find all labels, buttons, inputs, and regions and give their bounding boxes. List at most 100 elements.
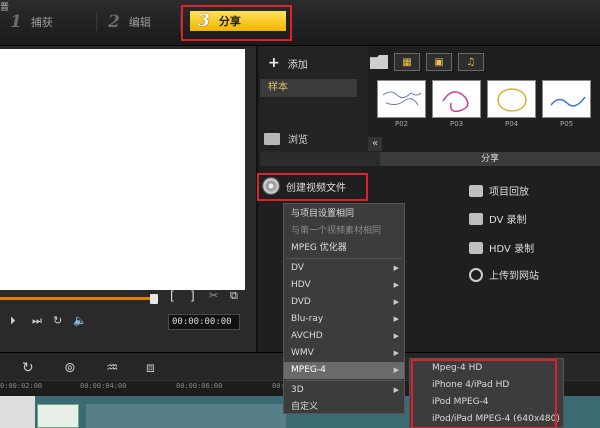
play-icon[interactable]: ⏵ [10,314,16,328]
divider [96,13,97,31]
timecode-field[interactable]: 00:00:00:00 [168,314,240,330]
upload-to-web-button[interactable]: 上传到网站 [469,267,539,282]
step-label: 编辑 [128,16,151,29]
ruler-tick: 0:00:02:00 [0,382,43,390]
add-label: 添加 [287,59,308,71]
swirl-sketch [442,91,469,113]
project-playback-label: 项目回放 [489,187,529,198]
next-frame-icon[interactable]: ⏭ [32,314,42,328]
thumbnail[interactable] [487,80,536,118]
menu-item-same-as-project[interactable]: 与项目设置相同 [284,206,404,223]
thumbnail[interactable] [542,80,591,118]
globe-icon [469,267,483,282]
project-playback-button[interactable]: 项目回放 [469,183,529,198]
chevron-right-icon: ▶ [393,366,399,374]
menu-item-mpeg-4[interactable]: MPEG-4 ▶ [284,362,404,379]
music-icon: ♫ [466,56,476,68]
track-area[interactable] [86,404,286,428]
highlight-box [181,5,292,41]
photo-filter-button[interactable]: ▣ [426,53,452,71]
dv-record-label: DV 录制 [489,215,527,226]
timeline-clip[interactable] [37,404,79,428]
auto-music-icon[interactable]: ⧈ [146,360,155,376]
menu-item-label: HDV [291,280,311,290]
menu-item-label: AVCHD [291,331,323,341]
add-button[interactable]: + 添加 [268,55,308,71]
sample-folder[interactable]: 样本 [260,79,357,97]
menu-item-label: 与第一个视频素材相同 [291,226,382,236]
menu-divider [286,258,402,259]
step-edit[interactable]: 2 编辑 [100,11,178,33]
folder-icon[interactable] [370,55,388,69]
menu-item-label: MPEG 优化器 [291,243,347,253]
camcorder-icon [469,241,483,254]
photo-icon: ▣ [434,56,444,68]
chevron-right-icon: ▶ [393,264,399,272]
menu-item-custom[interactable]: 自定义 [284,399,404,416]
browse-icon [264,132,280,145]
menu-item-dvd[interactable]: DVD ▶ [284,294,404,311]
browse-button[interactable]: 浏览 [264,131,308,146]
record-icon[interactable]: ⊚ [64,360,76,376]
thumbnail-label: P04 [505,120,519,128]
circle-sketch [497,88,527,112]
dv-record-button[interactable]: DV 录制 [469,211,527,226]
thumbnail-label: P03 [450,120,464,128]
library-toolbar: ▦ ▣ ♫ [370,50,484,74]
repeat-icon[interactable]: ↻ [53,314,62,327]
chevron-right-icon: ▶ [393,315,399,323]
highlight-box [257,173,368,201]
menu-item-label: MPEG-4 [291,365,326,375]
step-label: 捕获 [30,16,53,29]
browse-label: 浏览 [288,135,308,146]
mark-out-button[interactable]: ] [190,289,195,303]
chevron-right-icon: ▶ [393,349,399,357]
menu-item-mpeg-optimizer[interactable]: MPEG 优化器 [284,240,404,257]
chevron-right-icon: ▶ [393,281,399,289]
film-icon: ▦ [402,56,412,68]
preview-window [0,49,245,290]
scrubber-handle[interactable] [150,294,158,304]
menu-item-3d[interactable]: 3D ▶ [284,382,404,399]
world-map-sketch [382,91,422,106]
hdv-record-button[interactable]: HDV 录制 [469,240,534,255]
menu-item-wmv[interactable]: WMV ▶ [284,345,404,362]
menu-item-label: 与项目设置相同 [291,209,355,219]
copy-icon[interactable]: ⧉ [230,289,238,303]
cut-icon[interactable]: ✂ [209,289,218,302]
thumbnail-strip [377,80,591,118]
step-bar: 晋 1 捕获 2 编辑 3 分享 [0,0,600,46]
step-capture[interactable]: 1 捕获 [4,11,96,33]
ruler-tick: 00:00:04:00 [80,382,127,390]
menu-item-same-as-first-clip: 与第一个视频素材相同 [284,223,404,240]
menu-item-hdv[interactable]: HDV ▶ [284,277,404,294]
menu-item-label: 3D [291,385,304,395]
audio-filter-button[interactable]: ♫ [458,53,484,71]
chevron-right-icon: ▶ [393,386,399,394]
chevron-right-icon: ▶ [393,298,399,306]
collapse-button[interactable]: « [368,137,382,151]
mark-in-button[interactable]: [ [170,289,175,303]
thumbnail[interactable] [432,80,481,118]
volume-icon[interactable]: 🔈 [73,314,87,327]
menu-item-avchd[interactable]: AVCHD ▶ [284,328,404,345]
menu-item-label: DV [291,263,304,273]
thumbnail[interactable] [377,80,426,118]
plus-icon: + [268,55,280,71]
create-video-menu: 与项目设置相同 与第一个视频素材相同 MPEG 优化器 DV ▶ HDV ▶ DVD… [283,203,405,414]
track-header [0,396,35,428]
hdv-record-label: HDV 录制 [489,244,535,255]
scribble-sketch [550,96,586,107]
menu-item-label: WMV [291,348,314,358]
video-filter-button[interactable]: ▦ [394,53,420,71]
redo-icon[interactable]: ↻ [22,360,34,376]
share-header: 分享 [380,152,600,166]
menu-item-blu-ray[interactable]: Blu-ray ▶ [284,311,404,328]
menu-item-label: Blu-ray [291,314,324,324]
menu-item-dv[interactable]: DV ▶ [284,260,404,277]
audio-mixer-icon[interactable]: ♒ [106,360,119,376]
thumbnail-label: P02 [395,120,409,128]
menu-divider [286,380,402,381]
playback-icon [469,184,483,197]
scrubber-track[interactable] [0,297,155,300]
